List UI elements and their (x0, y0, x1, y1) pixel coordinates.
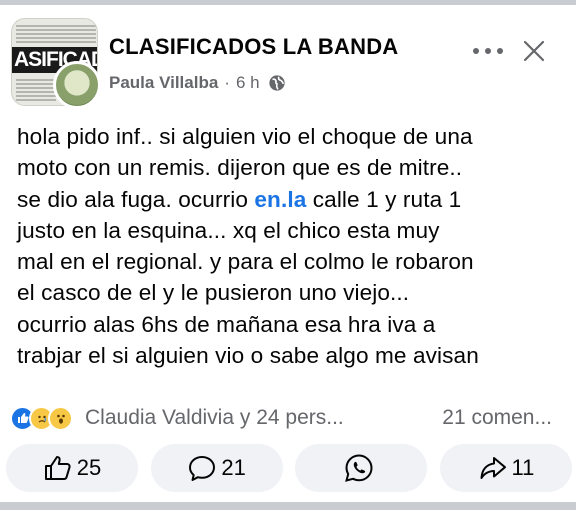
post-time[interactable]: 6 h (236, 73, 260, 93)
post-line: mal en el regional. y para el colmo le r… (17, 249, 474, 275)
post-line: el casco de el y le pusieron uno viejo..… (17, 280, 410, 306)
comment-count: 21 (221, 455, 246, 480)
reaction-icons[interactable] (10, 405, 73, 431)
post-body: hola pido inf.. si alguien vio el choque… (17, 121, 562, 371)
share-count: 11 (511, 455, 535, 480)
whatsapp-button[interactable] (295, 444, 428, 492)
close-button[interactable] (518, 35, 550, 67)
post-header: ASIFICAD CLASIFICADOS LA BANDA Paula Vil… (0, 5, 576, 109)
reactors-text[interactable]: Claudia Valdivia y 24 pers... (85, 406, 344, 430)
author-avatar[interactable] (53, 61, 101, 109)
bottom-divider (0, 502, 576, 510)
like-count: 25 (76, 455, 102, 480)
group-name[interactable]: CLASIFICADOS LA BANDA (109, 34, 398, 60)
inline-link[interactable]: en.la (254, 187, 306, 212)
post-line: se dio ala fuga. ocurrio en.la calle 1 y… (17, 184, 562, 215)
comments-count[interactable]: 21 comen... (442, 406, 552, 430)
like-button[interactable]: 25 (6, 444, 138, 492)
thumbs-up-icon (44, 456, 71, 480)
action-bar: 25 21 11 (6, 444, 572, 494)
post-line: hola pido inf.. si alguien vio el choque… (17, 124, 473, 149)
whatsapp-icon (345, 454, 373, 482)
reactions-summary: Claudia Valdivia y 24 pers... 21 comen..… (10, 402, 566, 434)
post-line: justo en la esquina... xq el chico esta … (17, 217, 440, 243)
post-line: ocurrio alas 6hs de mañana esa hra iva a (17, 311, 436, 337)
wow-reaction-icon (48, 405, 73, 431)
more-options-button[interactable] (468, 37, 508, 65)
globe-icon (268, 75, 285, 91)
author-name[interactable]: Paula Villalba (109, 73, 218, 93)
meta-separator: · (224, 73, 230, 92)
post-line-text: se dio ala fuga. ocurrio (17, 186, 255, 212)
post-line: moto con un remis. dijeron que es de mit… (17, 155, 463, 181)
post-line: trabjar el si alguien vio o sabe algo me… (17, 343, 479, 369)
close-icon (523, 40, 545, 62)
post-line-text: calle 1 y ruta 1 (306, 186, 462, 212)
share-icon (480, 457, 506, 479)
avatar-newspaper-lines (16, 79, 56, 103)
post-meta: Paula Villalba · 6 h (109, 72, 286, 94)
more-icon (473, 48, 503, 54)
share-button[interactable]: 11 (439, 444, 572, 492)
comment-icon (189, 456, 216, 481)
avatar-newspaper-lines (16, 25, 96, 43)
comment-button[interactable]: 21 (150, 444, 283, 492)
